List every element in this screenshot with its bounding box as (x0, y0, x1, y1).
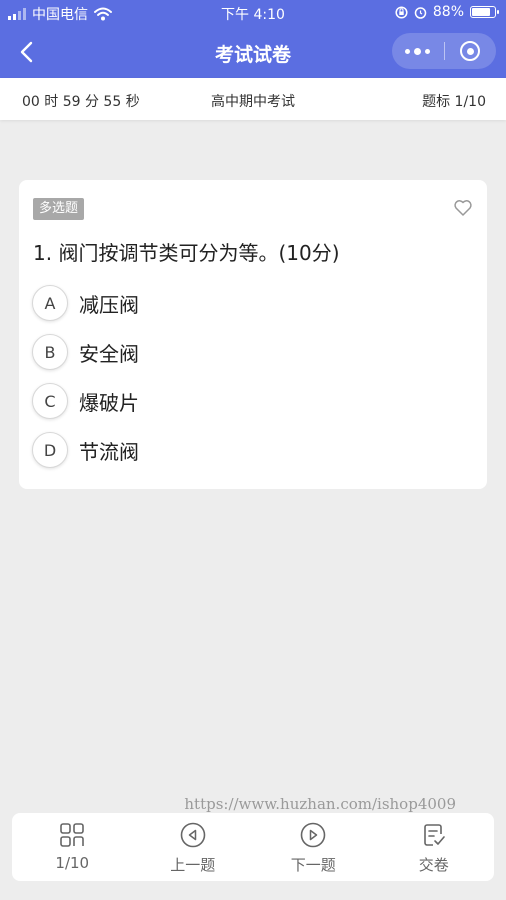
watermark-text: https://www.huzhan.com/ishop4009 (184, 795, 456, 813)
question-list-button[interactable]: 1/10 (12, 813, 133, 881)
option-text: 减压阀 (79, 292, 139, 317)
question-text: 1. 阀门按调节类可分为等。(10分) (33, 241, 340, 265)
submit-exam-button[interactable]: 交卷 (374, 813, 495, 881)
miniprogram-capsule (392, 33, 496, 69)
close-miniprogram-icon[interactable] (444, 33, 496, 69)
submit-exam-label: 交卷 (418, 856, 449, 874)
more-options-icon[interactable] (392, 33, 444, 69)
nav-bar: 考试试卷 (0, 26, 506, 78)
alarm-icon (414, 6, 427, 19)
heart-icon[interactable] (453, 198, 473, 218)
option-text: 安全阀 (79, 341, 139, 366)
battery-icon (470, 6, 499, 18)
battery-fill (472, 8, 491, 16)
option-text: 节流阀 (79, 439, 139, 464)
option-letter: B (32, 334, 68, 370)
exam-info-bar: 00 时 59 分 55 秒 高中期中考试 题标 1/10 (0, 78, 506, 120)
question-type-badge: 多选题 (33, 198, 85, 220)
option-letter: A (32, 285, 68, 321)
status-bar-right: 88% (395, 4, 499, 20)
option-b[interactable]: B 安全阀 (32, 334, 139, 370)
option-text: 爆破片 (79, 390, 139, 415)
question-list-label: 1/10 (55, 854, 90, 872)
bottom-toolbar: 1/10 上一题 下一题 交卷 (12, 813, 494, 881)
question-progress: 题标 1/10 (422, 94, 486, 110)
battery-percent: 88% (432, 4, 464, 20)
next-question-button[interactable]: 下一题 (253, 813, 374, 881)
orientation-lock-icon (395, 5, 408, 19)
next-question-label: 下一题 (290, 856, 336, 874)
prev-question-button[interactable]: 上一题 (133, 813, 254, 881)
submit-icon (423, 824, 445, 846)
status-bar: 中国电信 下午 4:10 88% (0, 0, 506, 26)
next-icon (300, 822, 326, 848)
option-c[interactable]: C 爆破片 (32, 383, 139, 419)
option-letter: C (32, 383, 68, 419)
option-letter: D (32, 432, 68, 468)
option-d[interactable]: D 节流阀 (32, 432, 139, 468)
grid-icon (60, 823, 85, 847)
prev-icon (180, 822, 206, 848)
option-a[interactable]: A 减压阀 (32, 285, 139, 321)
question-card: 多选题 1. 阀门按调节类可分为等。(10分) A 减压阀 B 安全阀 C 爆破… (19, 180, 487, 489)
prev-question-label: 上一题 (170, 856, 216, 874)
